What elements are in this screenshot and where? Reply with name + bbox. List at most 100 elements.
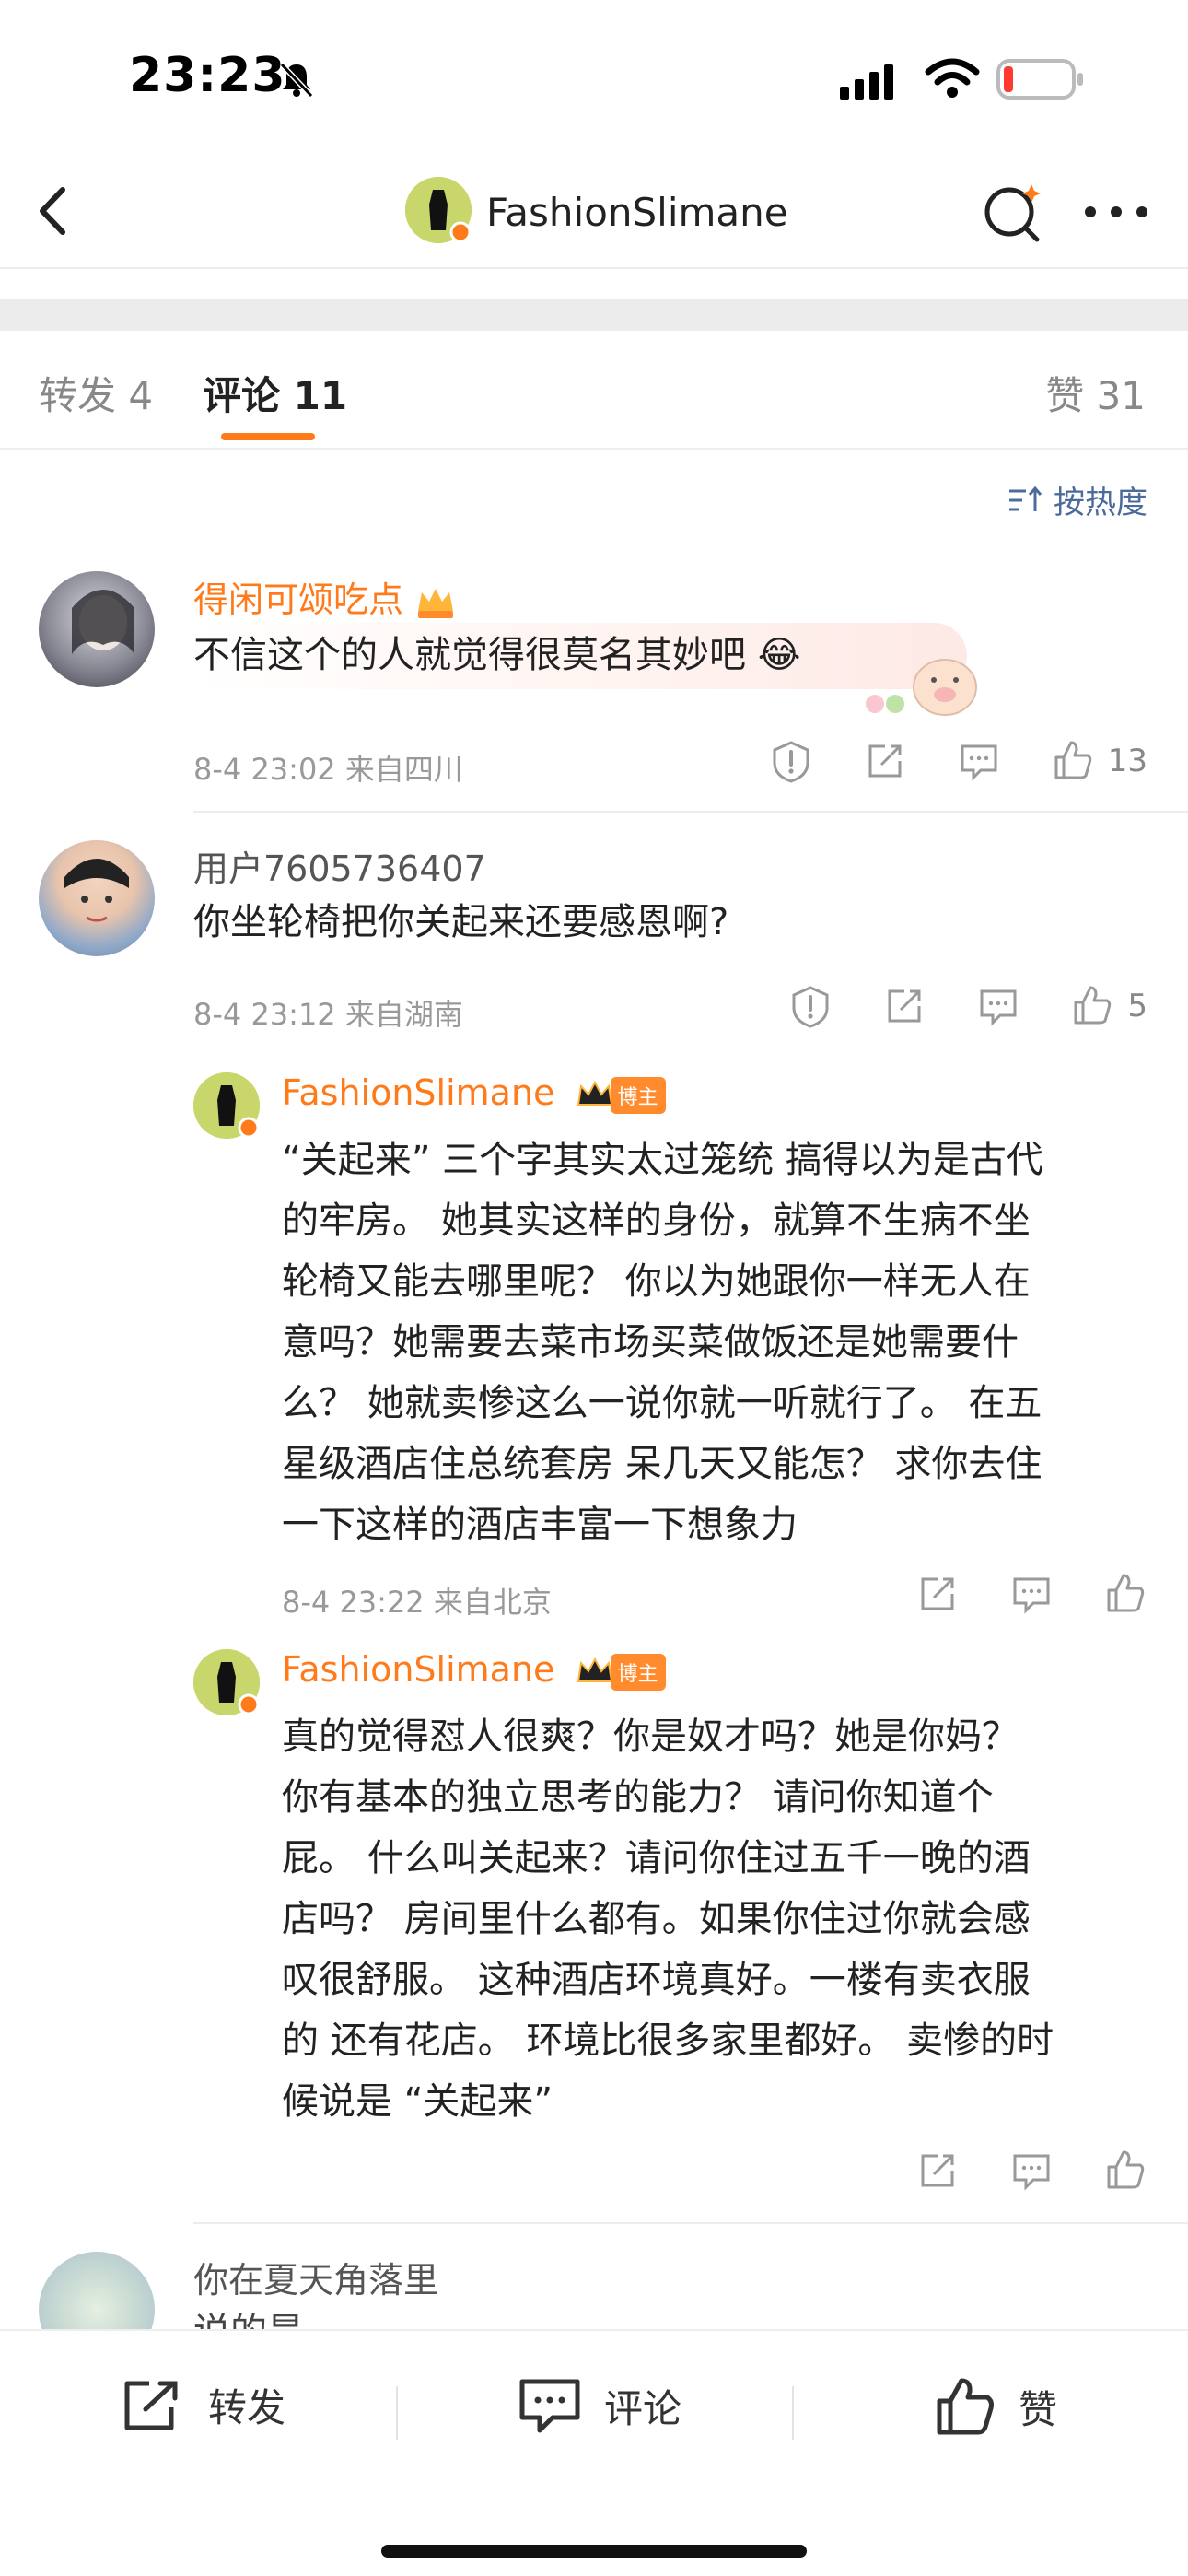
bottom-separator	[792, 2386, 794, 2440]
tab-repost[interactable]: 转发 4	[39, 365, 153, 421]
like-icon[interactable]	[1103, 1572, 1147, 1616]
reply-line: 真的觉得怼人很爽？你是奴才吗？她是你妈？	[282, 1715, 1019, 1758]
profile-avatar[interactable]	[405, 177, 472, 243]
bottom-action-bar: 转发 评论 赞	[0, 2329, 1188, 2576]
crown-icon	[577, 1657, 612, 1682]
home-indicator[interactable]	[381, 2545, 807, 2558]
section-divider	[0, 299, 1188, 331]
more-options-icon[interactable]	[1079, 193, 1153, 230]
reply-author-text: FashionSlimane	[282, 1072, 555, 1113]
commenter-name[interactable]: 用户7605736407	[193, 840, 486, 891]
reply-line: 的牢房。 她其实这样的身份，就算不生病不坐	[282, 1200, 1031, 1242]
wifi-icon	[925, 58, 980, 98]
reply-line: 叹很舒服。 这种酒店环境真好。一楼有卖衣服	[282, 1959, 1031, 2001]
commenter-name-text: 得闲可颂吃点	[193, 580, 404, 620]
reply-avatar[interactable]	[193, 1072, 260, 1139]
tab-comment[interactable]: 评论 11	[203, 365, 1188, 421]
reply-icon[interactable]	[1009, 1572, 1054, 1616]
comment-icon	[519, 2379, 580, 2433]
bell-muted-icon	[279, 62, 314, 99]
reply-line: 么？ 她就卖惨这么一说你就一听就行了。 在五	[282, 1382, 1042, 1424]
status-time: 23:23	[129, 48, 286, 103]
commenter-name[interactable]: 得闲可颂吃点	[193, 571, 457, 622]
share-icon[interactable]	[863, 739, 907, 783]
commenter-name[interactable]: 你在夏天角落里	[193, 2252, 438, 2302]
crown-icon	[577, 1080, 612, 1106]
user-photo-icon	[64, 859, 129, 922]
sort-button[interactable]: 按热度	[1007, 477, 1147, 522]
like-count: 5	[1127, 988, 1147, 1025]
reply-text: 真的觉得怼人很爽？你是奴才吗？她是你妈？ 你有基本的独立思考的能力？ 请问你知道…	[282, 1706, 1054, 2132]
share-icon[interactable]	[882, 984, 926, 1028]
comment-actions: 13	[719, 739, 1147, 783]
horse-avatar-icon	[405, 177, 472, 243]
comment-text: 不信这个的人就觉得很莫名其妙吧 😂	[193, 634, 801, 676]
like-icon[interactable]	[1051, 739, 1095, 783]
like-icon[interactable]	[1070, 984, 1114, 1028]
reply-icon[interactable]	[976, 984, 1020, 1028]
reply-avatar[interactable]	[193, 1649, 260, 1715]
commenter-avatar[interactable]	[39, 840, 155, 956]
author-badge-label: 博主	[610, 1076, 666, 1114]
author-badge: 博主	[576, 1653, 666, 1691]
reply-meta: 8-4 23:22 来自北京	[282, 1585, 552, 1620]
reply-icon[interactable]	[1009, 2149, 1054, 2193]
comment-divider	[193, 2222, 1188, 2224]
status-bar: 23:23	[0, 0, 1188, 157]
active-tab-indicator	[221, 433, 315, 440]
reply-line: 一下这样的酒店丰富一下想象力	[282, 1504, 798, 1546]
thumbs-up-icon	[937, 2378, 994, 2435]
sort-label: 按热度	[1054, 485, 1147, 521]
nav-bar: FashionSlimane	[0, 157, 1188, 269]
reply-line: 星级酒店住总统套房 呆几天又能怎？ 求你去住	[282, 1443, 1042, 1485]
like-count: 13	[1107, 743, 1147, 779]
author-badge-label: 博主	[610, 1653, 666, 1691]
like-icon[interactable]	[1103, 2149, 1147, 2193]
comment-meta: 8-4 23:02 来自四川	[193, 752, 463, 787]
user-photo-icon	[72, 590, 134, 654]
comment-actions: 5	[739, 984, 1147, 1028]
reply-icon[interactable]	[957, 739, 1001, 783]
horse-avatar-icon	[193, 1649, 260, 1715]
search-icon[interactable]	[978, 177, 1046, 245]
report-icon[interactable]	[788, 984, 833, 1028]
repost-button[interactable]: 转发	[122, 2377, 285, 2433]
report-icon[interactable]	[769, 739, 813, 783]
reply-author[interactable]: FashionSlimane 博主	[282, 1649, 666, 1691]
reply-line: 你有基本的独立思考的能力？ 请问你知道个	[282, 1776, 994, 1819]
reply-text: “关起来” 三个字其实太过笼统 搞得以为是古代 的牢房。 她其实这样的身份，就算…	[282, 1130, 1043, 1555]
share-icon[interactable]	[915, 2149, 960, 2193]
reply-line: 店吗？ 房间里什么都有。如果你住过你就会感	[282, 1898, 1031, 1940]
commenter-avatar[interactable]	[39, 571, 155, 687]
reply-author-text: FashionSlimane	[282, 1649, 555, 1690]
pig-sticker-icon	[866, 659, 977, 716]
like-button[interactable]: 赞	[936, 2377, 1057, 2436]
share-icon[interactable]	[915, 1572, 960, 1616]
tab-bar: 转发 4 评论 11 赞 31	[0, 332, 1188, 450]
comment-button[interactable]: 评论	[518, 2377, 681, 2434]
reply-author[interactable]: FashionSlimane 博主	[282, 1072, 666, 1114]
bottom-separator	[396, 2386, 398, 2440]
horse-avatar-icon	[193, 1072, 260, 1139]
comment-item: 你在夏天角落里 说的是，	[0, 2252, 1188, 2329]
reply-line: 屁。 什么叫关起来？请问你住过五千一晚的酒	[282, 1837, 1031, 1879]
back-arrow-icon[interactable]	[26, 179, 81, 243]
reply-line: 轮椅又能去哪里呢？ 你以为她跟你一样无人在	[282, 1260, 1031, 1303]
sort-icon	[1009, 486, 1042, 511]
commenter-avatar[interactable]	[39, 2252, 155, 2329]
comment-meta: 8-4 23:12 来自湖南	[193, 997, 463, 1032]
reply-actions	[866, 1572, 1147, 1616]
author-badge: 博主	[576, 1076, 666, 1114]
reply-line: 的 还有花店。 环境比很多家里都好。 卖惨的时	[282, 2020, 1054, 2062]
tab-like[interactable]: 赞 31	[1045, 365, 1146, 421]
comment-divider	[193, 811, 1188, 813]
repost-label: 转发	[208, 2385, 286, 2430]
repost-icon	[124, 2381, 178, 2430]
nav-title[interactable]: FashionSlimane	[486, 190, 788, 235]
reply-line: 候说是 “关起来”	[282, 2080, 553, 2123]
vip-crown-icon	[418, 588, 454, 618]
like-label: 赞	[1019, 2386, 1058, 2432]
comment-text: 说的是，	[193, 2301, 341, 2329]
comment-text: 你坐轮椅把你关起来还要感恩啊?	[193, 901, 729, 943]
reply-line: 意吗？她需要去菜市场买菜做饭还是她需要什	[282, 1321, 1019, 1364]
